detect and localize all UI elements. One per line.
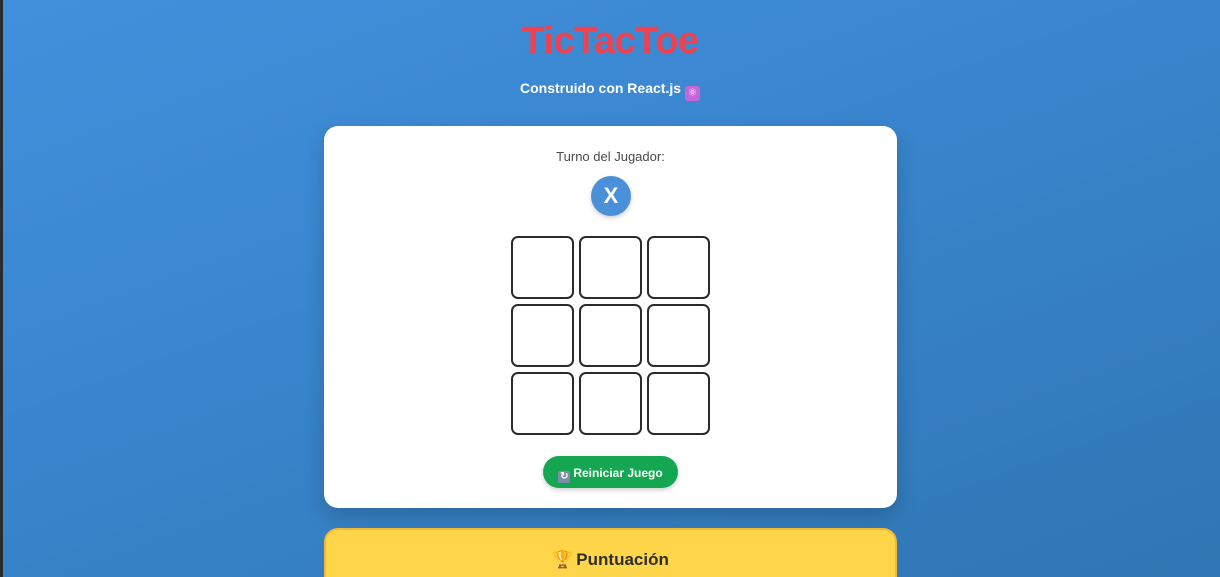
board-cell-4[interactable]	[511, 304, 574, 367]
game-board	[511, 236, 711, 436]
score-title-text: Puntuación	[576, 550, 669, 569]
refresh-icon: ↻	[558, 471, 571, 483]
reset-game-label: Reiniciar Juego	[573, 466, 663, 480]
board-cell-2[interactable]	[579, 236, 642, 299]
board-cell-7[interactable]	[511, 372, 574, 435]
app-subtitle: Construido con React.js ⚛	[0, 80, 1220, 101]
score-title: 🏆 Puntuación	[326, 550, 895, 570]
board-cell-1[interactable]	[511, 236, 574, 299]
game-card: Turno del Jugador: X ↻ Reiniciar Juego	[324, 126, 897, 508]
app-title: TicTacToe	[521, 20, 699, 62]
score-card: 🏆 Puntuación	[324, 528, 897, 577]
react-atom-icon: ⚛	[685, 86, 701, 101]
board-cell-3[interactable]	[647, 236, 710, 299]
board-cell-9[interactable]	[647, 372, 710, 435]
trophy-icon: 🏆	[552, 550, 574, 569]
board-cell-8[interactable]	[579, 372, 642, 435]
current-player-token: X	[591, 176, 631, 216]
subtitle-text: Construido con React.js	[519, 80, 682, 96]
reset-game-button[interactable]: ↻ Reiniciar Juego	[543, 456, 678, 488]
turn-label: Turno del Jugador:	[556, 149, 665, 164]
board-cell-6[interactable]	[647, 304, 710, 367]
board-cell-5[interactable]	[579, 304, 642, 367]
